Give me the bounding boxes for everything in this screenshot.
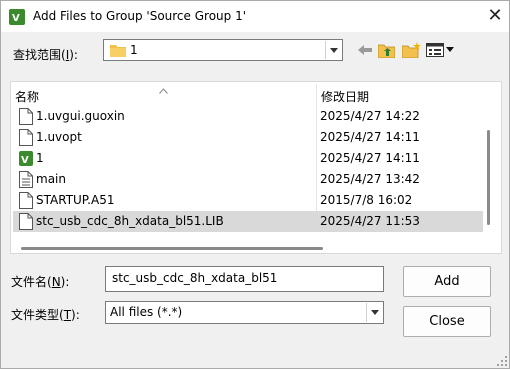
svg-text:V: V — [12, 13, 20, 24]
column-header-name[interactable]: 名称 — [15, 88, 39, 105]
document-icon — [19, 213, 33, 230]
file-name-input[interactable]: stc_usb_cdc_8h_xdata_bl51 — [105, 266, 384, 292]
file-row[interactable]: V 1 2025/4/27 14:11 — [13, 148, 483, 169]
file-name: 1 — [36, 151, 44, 165]
new-folder-icon[interactable] — [401, 41, 421, 59]
document-icon — [19, 129, 33, 146]
keil-app-icon: V — [9, 9, 25, 25]
resize-grip-icon[interactable] — [497, 356, 508, 367]
file-name: stc_usb_cdc_8h_xdata_bl51.LIB — [36, 214, 224, 228]
column-header-date[interactable]: 修改日期 — [321, 88, 369, 105]
file-date: 2025/4/27 13:42 — [320, 172, 420, 186]
file-list[interactable]: 名称 修改日期 1.uvgui.guoxin 2025/4/27 14:22 1… — [10, 81, 502, 254]
add-files-dialog: V Add Files to Group 'Source Group 1' ✕ … — [0, 0, 510, 369]
chevron-down-icon[interactable] — [366, 303, 382, 322]
chevron-down-icon[interactable] — [325, 41, 341, 59]
file-type-dropdown[interactable]: All files (*.*) — [105, 301, 384, 324]
look-in-label: 查找范围(I): — [13, 48, 78, 62]
up-folder-icon[interactable] — [377, 41, 395, 59]
view-menu-icon[interactable] — [425, 41, 455, 59]
document-icon — [19, 108, 33, 125]
file-name-label: 文件名(N): — [11, 275, 70, 289]
file-type-value: All files (*.*) — [110, 305, 183, 319]
file-name: 1.uvopt — [36, 130, 82, 144]
svg-text:V: V — [21, 155, 29, 166]
text-file-icon — [19, 171, 33, 188]
horizontal-scrollbar[interactable] — [21, 247, 323, 250]
file-date: 2025/4/27 14:11 — [320, 130, 420, 144]
file-row-selected[interactable]: stc_usb_cdc_8h_xdata_bl51.LIB 2025/4/27 … — [13, 211, 483, 232]
file-row[interactable]: 1.uvgui.guoxin 2025/4/27 14:22 — [13, 106, 483, 127]
sort-caret-icon — [159, 83, 168, 97]
window-title: Add Files to Group 'Source Group 1' — [33, 9, 247, 23]
file-name: main — [36, 172, 66, 186]
file-date: 2015/7/8 16:02 — [320, 193, 413, 207]
close-button[interactable]: Close — [403, 306, 491, 337]
folder-icon — [110, 45, 126, 57]
document-icon — [19, 192, 33, 209]
file-date: 2025/4/27 14:11 — [320, 151, 420, 165]
file-date: 2025/4/27 11:53 — [320, 214, 420, 228]
file-row[interactable]: main 2025/4/27 13:42 — [13, 169, 483, 190]
close-window-button[interactable]: ✕ — [484, 6, 506, 28]
back-icon[interactable] — [357, 41, 373, 59]
add-button[interactable]: Add — [403, 266, 491, 297]
file-row[interactable]: STARTUP.A51 2015/7/8 16:02 — [13, 190, 483, 211]
file-date: 2025/4/27 14:22 — [320, 109, 420, 123]
file-name: STARTUP.A51 — [36, 193, 115, 207]
keil-project-icon: V — [19, 151, 33, 166]
file-row[interactable]: 1.uvopt 2025/4/27 14:11 — [13, 127, 483, 148]
look-in-value: 1 — [130, 43, 138, 57]
look-in-dropdown[interactable]: 1 — [103, 39, 343, 61]
file-type-label: 文件类型(T): — [11, 308, 80, 322]
file-name: 1.uvgui.guoxin — [36, 109, 125, 123]
vertical-scrollbar[interactable] — [487, 130, 490, 225]
title-bar: V Add Files to Group 'Source Group 1' ✕ — [1, 1, 509, 32]
